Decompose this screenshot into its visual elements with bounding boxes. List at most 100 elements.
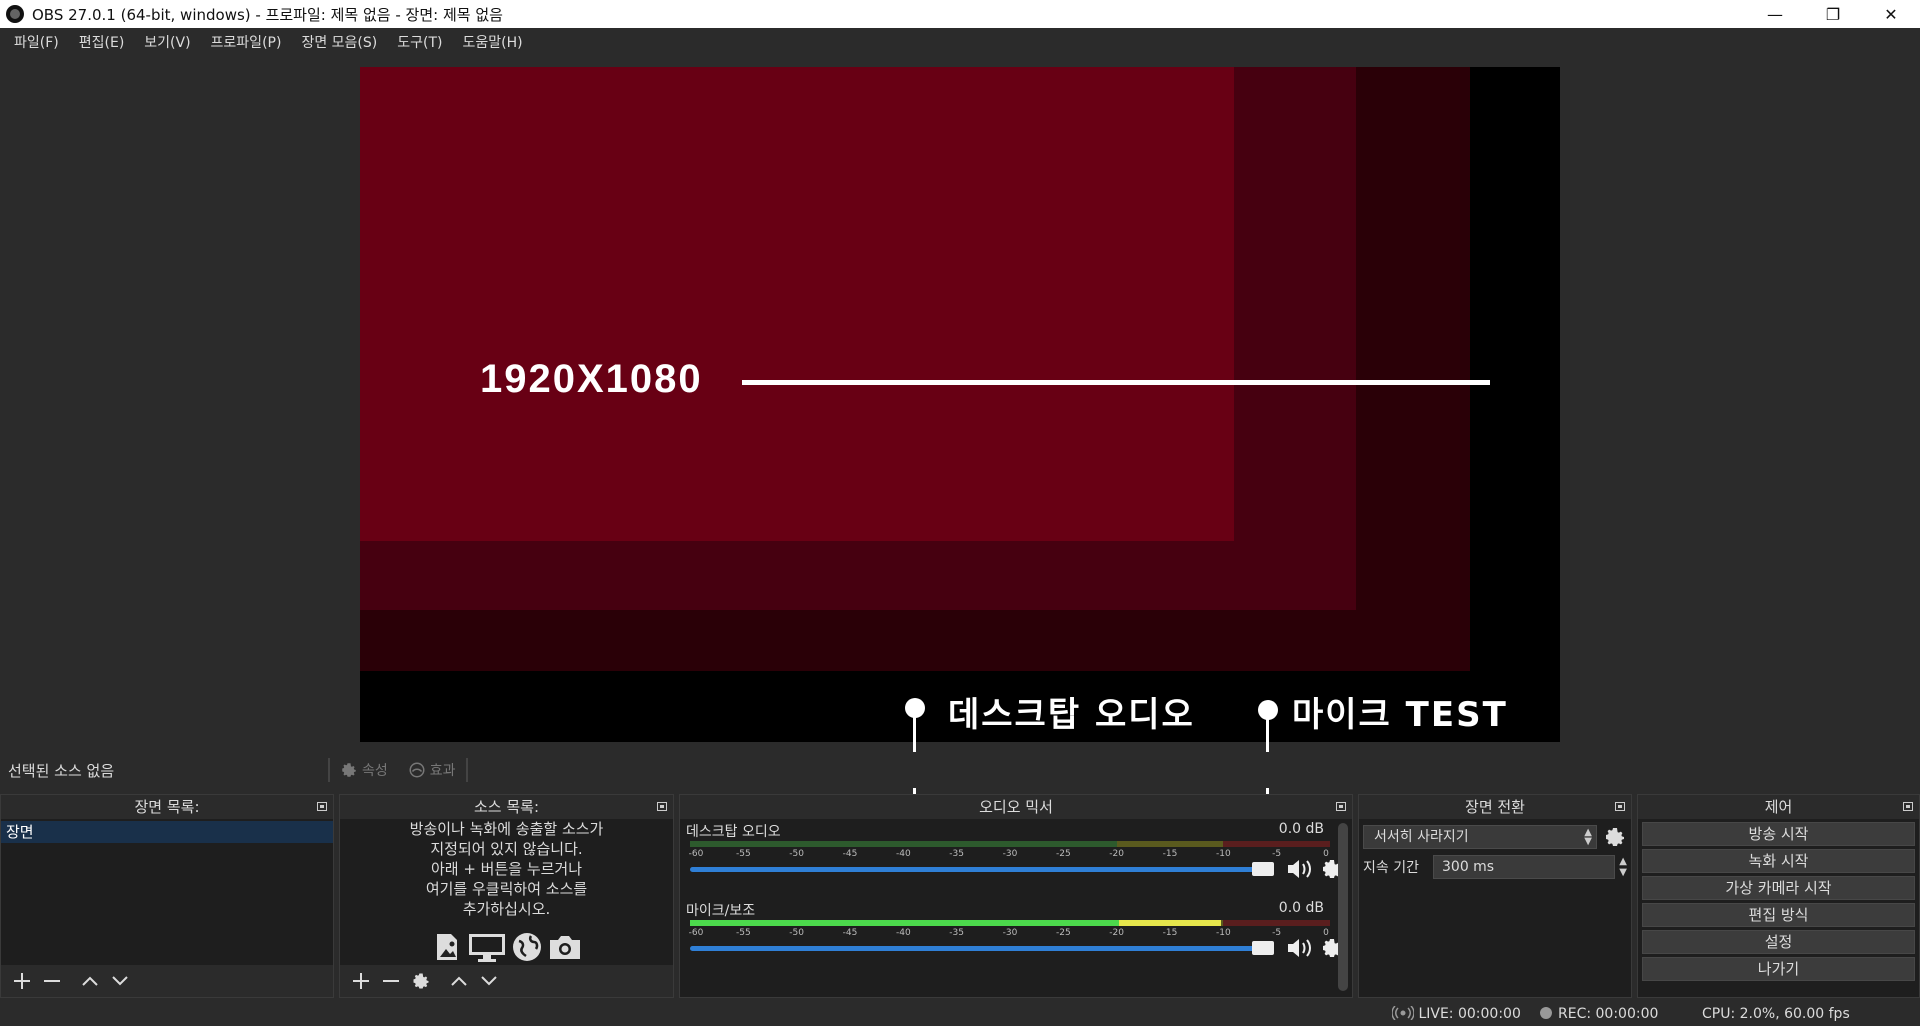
properties-button[interactable]: 속성: [340, 760, 388, 780]
chevron-down-icon: [481, 976, 497, 986]
scale-tick-label: -35: [949, 928, 965, 938]
scale-tick-label: -30: [1002, 928, 1018, 938]
speaker-icon[interactable]: [1286, 857, 1314, 881]
scale-tick-label: -40: [895, 849, 911, 859]
window-title: OBS 27.0.1 (64-bit, windows) - 프로파일: 제목 …: [32, 5, 503, 24]
scale-tick-label: -15: [1162, 928, 1178, 938]
scale-tick-label: -25: [1055, 849, 1071, 859]
duration-spinbox[interactable]: 300 ms: [1433, 855, 1616, 879]
scale-tick-label: -15: [1162, 849, 1178, 859]
menu-tools[interactable]: 도구(T): [387, 32, 452, 52]
undock-icon[interactable]: [657, 802, 667, 811]
help-line: 추가하십시오.: [462, 900, 551, 918]
menu-profile[interactable]: 프로파일(P): [201, 32, 292, 52]
scenes-dock: 장면 목록: 장면: [0, 794, 334, 998]
source-properties-button[interactable]: [406, 967, 436, 995]
meter-level-yellow: [1118, 920, 1222, 926]
menu-file[interactable]: 파일(F): [4, 32, 69, 52]
move-source-up-button[interactable]: [444, 967, 474, 995]
volume-meter: [690, 920, 1330, 926]
move-scene-up-button[interactable]: [75, 967, 105, 995]
move-source-down-button[interactable]: [474, 967, 504, 995]
meter-red-zone: [1223, 920, 1330, 926]
properties-label: 속성: [362, 763, 388, 779]
selection-bar: 선택된 소스 없음 속성 효과: [0, 752, 1920, 788]
help-line: 방송이나 녹화에 송출할 소스가: [409, 820, 604, 838]
menu-view[interactable]: 보기(V): [134, 32, 200, 52]
scale-tick-label: -55: [735, 849, 751, 859]
scale-tick-label: -50: [789, 928, 805, 938]
scale-tick-label: -60: [688, 849, 704, 859]
start-recording-button[interactable]: 녹화 시작: [1642, 849, 1915, 873]
menu-help[interactable]: 도움말(H): [452, 32, 532, 52]
obs-window: OBS 27.0.1 (64-bit, windows) - 프로파일: 제목 …: [0, 0, 1920, 1026]
filters-button[interactable]: 효과: [408, 760, 456, 780]
scale-tick-label: -20: [1109, 928, 1125, 938]
spin-arrows-icon[interactable]: ▲ ▼: [1619, 856, 1627, 878]
undock-icon[interactable]: [1615, 802, 1625, 811]
exit-button[interactable]: 나가기: [1642, 957, 1915, 981]
menu-bar: 파일(F) 편집(E) 보기(V) 프로파일(P) 장면 모음(S) 도구(T)…: [0, 28, 1920, 56]
filters-label: 효과: [429, 763, 456, 779]
obs-logo-icon: [6, 5, 24, 23]
mixer-title: 오디오 믹서: [979, 798, 1053, 816]
minus-icon: [383, 980, 399, 982]
menu-edit[interactable]: 편집(E): [69, 32, 135, 52]
volume-slider-handle[interactable]: [1252, 862, 1274, 876]
mixer-channel-desktop: 데스크탑 오디오 0.0 dB -60 -55 -50 -45 -40 -35 -30 -25…: [686, 821, 1341, 901]
duration-row: 지속 기간 300 ms ▲ ▼: [1363, 855, 1627, 879]
undock-icon[interactable]: [1903, 802, 1913, 811]
scale-tick-label: -20: [1109, 849, 1125, 859]
menu-scene-collection[interactable]: 장면 모음(S): [291, 32, 387, 52]
volume-slider-handle[interactable]: [1252, 941, 1274, 955]
scale-tick-label: -25: [1055, 928, 1071, 938]
scene-list-item[interactable]: 장면: [1, 821, 333, 843]
mixer-scrollbar[interactable]: [1338, 823, 1348, 991]
rec-status: REC: 00:00:00: [1540, 1006, 1658, 1022]
cpu-fps-status: CPU: 2.0%, 60.00 fps: [1702, 1006, 1850, 1022]
scale-tick-label: -45: [842, 849, 858, 859]
move-scene-down-button[interactable]: [105, 967, 135, 995]
close-button[interactable]: ✕: [1862, 0, 1920, 28]
sources-empty-help[interactable]: 방송이나 녹화에 송출할 소스가 지정되어 있지 않습니다. 아래 + 버튼을 …: [340, 819, 673, 919]
mixer-body: 데스크탑 오디오 0.0 dB -60 -55 -50 -45 -40 -35 -30 -25…: [680, 819, 1352, 997]
controls-dock-header: 제어: [1638, 795, 1919, 819]
minimize-button[interactable]: —: [1746, 0, 1804, 28]
speaker-icon[interactable]: [1286, 936, 1314, 960]
gear-icon: [342, 763, 356, 777]
help-line: 지정되어 있지 않습니다.: [430, 840, 583, 858]
chevron-down-icon: [112, 976, 128, 986]
resolution-line: [742, 380, 1490, 385]
broadcast-icon: [1391, 1005, 1415, 1021]
transition-select[interactable]: 서서히 사라지기 ▲ ▼: [1363, 825, 1597, 849]
record-dot-icon: [1540, 1007, 1552, 1019]
maximize-button[interactable]: ❐: [1804, 0, 1862, 28]
plus-icon: [14, 973, 30, 989]
channel-name: 마이크/보조: [686, 903, 756, 919]
remove-scene-button[interactable]: [37, 967, 67, 995]
volume-slider[interactable]: [690, 941, 1274, 955]
start-streaming-button[interactable]: 방송 시작: [1642, 822, 1915, 846]
remove-source-button[interactable]: [376, 967, 406, 995]
title-bar: OBS 27.0.1 (64-bit, windows) - 프로파일: 제목 …: [0, 0, 1920, 28]
callout-mic: 마이크 TEST: [1292, 695, 1508, 735]
resolution-label: 1920X1080: [480, 357, 703, 401]
undock-icon[interactable]: [317, 802, 327, 811]
add-scene-button[interactable]: [7, 967, 37, 995]
divider: [465, 758, 468, 782]
image-icon: [436, 934, 457, 960]
studio-mode-button[interactable]: 편집 방식: [1642, 903, 1915, 927]
undock-icon[interactable]: [1336, 802, 1346, 811]
duration-label: 지속 기간: [1363, 860, 1419, 876]
start-virtual-camera-button[interactable]: 가상 카메라 시작: [1642, 876, 1915, 900]
transition-select-row: 서서히 사라지기 ▲ ▼: [1363, 825, 1627, 849]
add-source-button[interactable]: [346, 967, 376, 995]
status-bar: LIVE: 00:00:00 REC: 00:00:00 CPU: 2.0%, …: [0, 1004, 1920, 1026]
scenes-toolbar: [1, 965, 333, 997]
source-type-icons: [340, 931, 673, 963]
preview-canvas[interactable]: 1920X1080 데스크탑 오디오 마이크 TEST: [360, 67, 1560, 742]
gear-icon[interactable]: [1603, 825, 1627, 849]
help-line: 여기를 우클릭하여 소스를: [425, 880, 588, 898]
volume-slider[interactable]: [690, 862, 1274, 876]
settings-button[interactable]: 설정: [1642, 930, 1915, 954]
